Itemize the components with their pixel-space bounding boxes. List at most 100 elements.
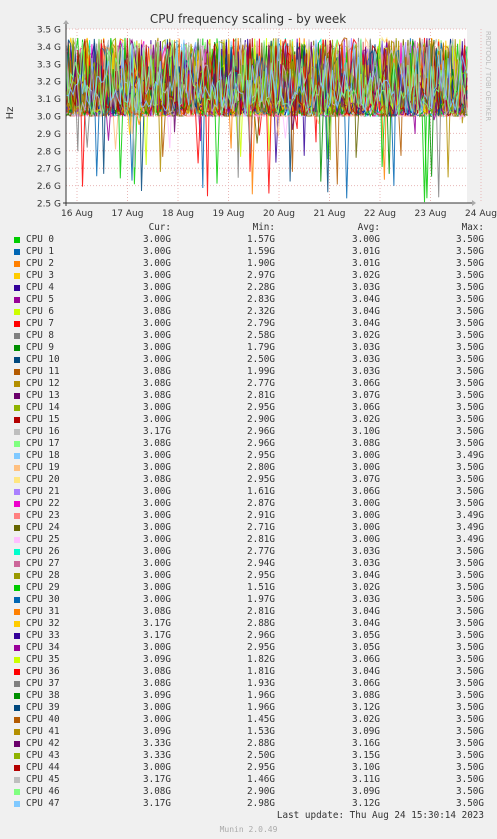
legend-max: 3.50G: [456, 606, 484, 617]
legend-cur: 3.00G: [143, 330, 171, 341]
legend-cur: 3.00G: [143, 522, 171, 533]
legend-avg: 3.02G: [352, 414, 380, 425]
legend-avg: 3.05G: [352, 630, 380, 641]
legend-swatch: [14, 597, 20, 603]
legend-avg: 3.00G: [352, 450, 380, 461]
legend-row: CPU 23 3.00G 2.91G 3.00G 3.49G: [0, 510, 497, 522]
legend-cur: 3.00G: [143, 282, 171, 293]
legend-row: CPU 39 3.00G 1.96G 3.12G 3.50G: [0, 702, 497, 714]
legend-avg: 3.03G: [352, 354, 380, 365]
legend-cur: 3.00G: [143, 558, 171, 569]
legend-cur: 3.00G: [143, 486, 171, 497]
legend-avg: 3.11G: [352, 774, 380, 785]
legend-name: CPU 26: [26, 546, 60, 557]
legend-min: 2.32G: [247, 306, 275, 317]
legend-cur: 3.00G: [143, 450, 171, 461]
legend-min: 2.95G: [247, 570, 275, 581]
legend-min: 1.90G: [247, 258, 275, 269]
legend-swatch: [14, 441, 20, 447]
legend-swatch: [14, 393, 20, 399]
legend-swatch: [14, 549, 20, 555]
legend-cur: 3.17G: [143, 774, 171, 785]
legend-name: CPU 39: [26, 702, 60, 713]
legend-min: 2.90G: [247, 414, 275, 425]
legend-swatch: [14, 261, 20, 267]
legend-max: 3.50G: [456, 234, 484, 245]
legend-max: 3.50G: [456, 762, 484, 773]
legend-max: 3.50G: [456, 582, 484, 593]
legend-swatch: [14, 681, 20, 687]
legend-max: 3.50G: [456, 282, 484, 293]
legend-swatch: [14, 237, 20, 243]
legend-row: CPU 6 3.08G 2.32G 3.04G 3.50G: [0, 306, 497, 318]
legend-row: CPU 15 3.00G 2.90G 3.02G 3.50G: [0, 414, 497, 426]
legend-name: CPU 1: [26, 246, 54, 257]
legend-max: 3.50G: [456, 774, 484, 785]
legend-avg: 3.03G: [352, 558, 380, 569]
legend-swatch: [14, 345, 20, 351]
legend-min: 1.82G: [247, 654, 275, 665]
legend-swatch: [14, 321, 20, 327]
legend-name: CPU 22: [26, 498, 60, 509]
legend-name: CPU 15: [26, 414, 60, 425]
legend-row: CPU 19 3.00G 2.80G 3.00G 3.50G: [0, 462, 497, 474]
legend-cur: 3.08G: [143, 438, 171, 449]
legend-swatch: [14, 705, 20, 711]
legend-cur: 3.00G: [143, 714, 171, 725]
legend-avg: 3.08G: [352, 690, 380, 701]
legend-name: CPU 4: [26, 282, 54, 293]
legend-max: 3.50G: [456, 726, 484, 737]
legend-max: 3.50G: [456, 630, 484, 641]
legend-avg: 3.02G: [352, 330, 380, 341]
legend-cur: 3.08G: [143, 678, 171, 689]
legend-cur: 3.00G: [143, 594, 171, 605]
x-tick-label: 17 Aug: [112, 209, 144, 219]
legend-avg: 3.04G: [352, 306, 380, 317]
legend-min: 2.77G: [247, 546, 275, 557]
legend-cur: 3.17G: [143, 426, 171, 437]
legend-max: 3.50G: [456, 426, 484, 437]
legend-avg: 3.00G: [352, 462, 380, 473]
legend-cur: 3.00G: [143, 318, 171, 329]
legend-max: 3.50G: [456, 690, 484, 701]
legend-max: 3.50G: [456, 258, 484, 269]
col-cur-header: Cur:: [148, 222, 171, 233]
y-axis-label: Hz: [5, 107, 16, 120]
legend-name: CPU 18: [26, 450, 60, 461]
legend-row: CPU 32 3.17G 2.88G 3.04G 3.50G: [0, 618, 497, 630]
y-tick-label: 2.6 G: [37, 182, 61, 192]
legend-max: 3.50G: [456, 714, 484, 725]
legend-row: CPU 4 3.00G 2.28G 3.03G 3.50G: [0, 282, 497, 294]
legend-min: 1.57G: [247, 234, 275, 245]
legend-name: CPU 33: [26, 630, 60, 641]
legend-avg: 3.06G: [352, 678, 380, 689]
legend-cur: 3.09G: [143, 654, 171, 665]
legend-name: CPU 43: [26, 750, 60, 761]
legend-cur: 3.00G: [143, 762, 171, 773]
legend-max: 3.49G: [456, 522, 484, 533]
legend-row: CPU 35 3.09G 1.82G 3.06G 3.50G: [0, 654, 497, 666]
legend-min: 2.87G: [247, 498, 275, 509]
legend-max: 3.50G: [456, 342, 484, 353]
legend-min: 2.81G: [247, 534, 275, 545]
legend-name: CPU 34: [26, 642, 60, 653]
legend-row: CPU 41 3.09G 1.53G 3.09G 3.50G: [0, 726, 497, 738]
legend-cur: 3.00G: [143, 642, 171, 653]
legend-row: CPU 1 3.00G 1.59G 3.01G 3.50G: [0, 246, 497, 258]
legend-swatch: [14, 489, 20, 495]
legend-min: 1.79G: [247, 342, 275, 353]
legend-cur: 3.08G: [143, 390, 171, 401]
legend-min: 2.58G: [247, 330, 275, 341]
legend-swatch: [14, 693, 20, 699]
legend-avg: 3.16G: [352, 738, 380, 749]
legend-min: 2.90G: [247, 786, 275, 797]
legend-swatch: [14, 645, 20, 651]
legend-max: 3.49G: [456, 534, 484, 545]
y-tick-label: 2.7 G: [37, 165, 61, 175]
legend-name: CPU 10: [26, 354, 60, 365]
legend-name: CPU 42: [26, 738, 60, 749]
legend-min: 2.94G: [247, 558, 275, 569]
legend-name: CPU 28: [26, 570, 60, 581]
col-max-header: Max:: [461, 222, 484, 233]
legend-max: 3.50G: [456, 246, 484, 257]
